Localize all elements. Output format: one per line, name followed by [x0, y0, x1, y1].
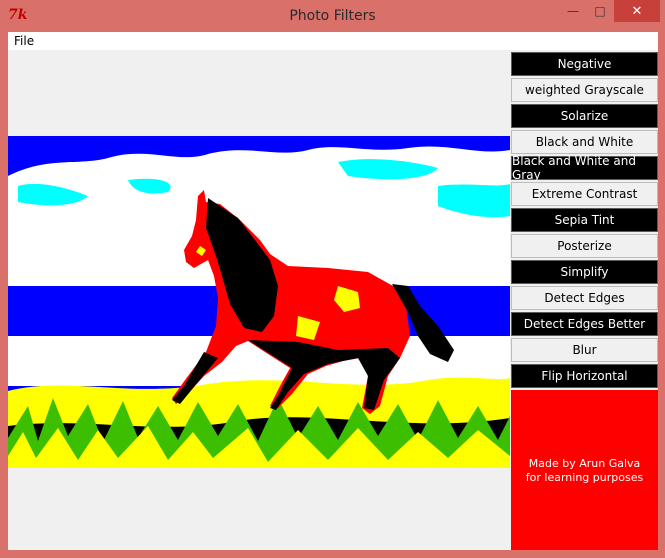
main-area: Negative weighted Grayscale Solarize Bla… [8, 50, 658, 550]
credit-text: Made by Arun Galva for learning purposes [511, 457, 658, 485]
black-white-gray-button[interactable]: Black and White and Gray [511, 154, 658, 182]
posterize-button[interactable]: Posterize [511, 234, 658, 258]
sepia-tint-button[interactable]: Sepia Tint [511, 208, 658, 232]
close-button[interactable]: ✕ [614, 0, 660, 22]
menu-bar: File [8, 32, 658, 50]
minimize-button[interactable]: — [560, 0, 586, 22]
simplify-button[interactable]: Simplify [511, 260, 658, 284]
solarize-button[interactable]: Solarize [511, 104, 658, 128]
detect-edges-button[interactable]: Detect Edges [511, 286, 658, 310]
negative-button[interactable]: Negative [511, 52, 658, 76]
flip-horizontal-button[interactable]: Flip Horizontal [511, 364, 658, 388]
credit-line-2: for learning purposes [525, 471, 644, 484]
extreme-contrast-button[interactable]: Extreme Contrast [511, 182, 658, 206]
filtered-photo [8, 136, 510, 468]
menu-file[interactable]: File [14, 34, 34, 48]
maximize-button[interactable]: □ [587, 0, 613, 22]
filter-button-column: Negative weighted Grayscale Solarize Bla… [511, 52, 658, 390]
credit-panel: Made by Arun Galva for learning purposes [511, 390, 658, 550]
black-and-white-button[interactable]: Black and White [511, 130, 658, 154]
weighted-grayscale-button[interactable]: weighted Grayscale [511, 78, 658, 102]
blur-button[interactable]: Blur [511, 338, 658, 362]
detect-edges-better-button[interactable]: Detect Edges Better [511, 312, 658, 336]
title-bar[interactable]: 7k Photo Filters — □ ✕ [0, 0, 665, 32]
app-window: 7k Photo Filters — □ ✕ File Negative wei… [0, 0, 665, 558]
credit-line-1: Made by Arun Galva [528, 457, 641, 470]
